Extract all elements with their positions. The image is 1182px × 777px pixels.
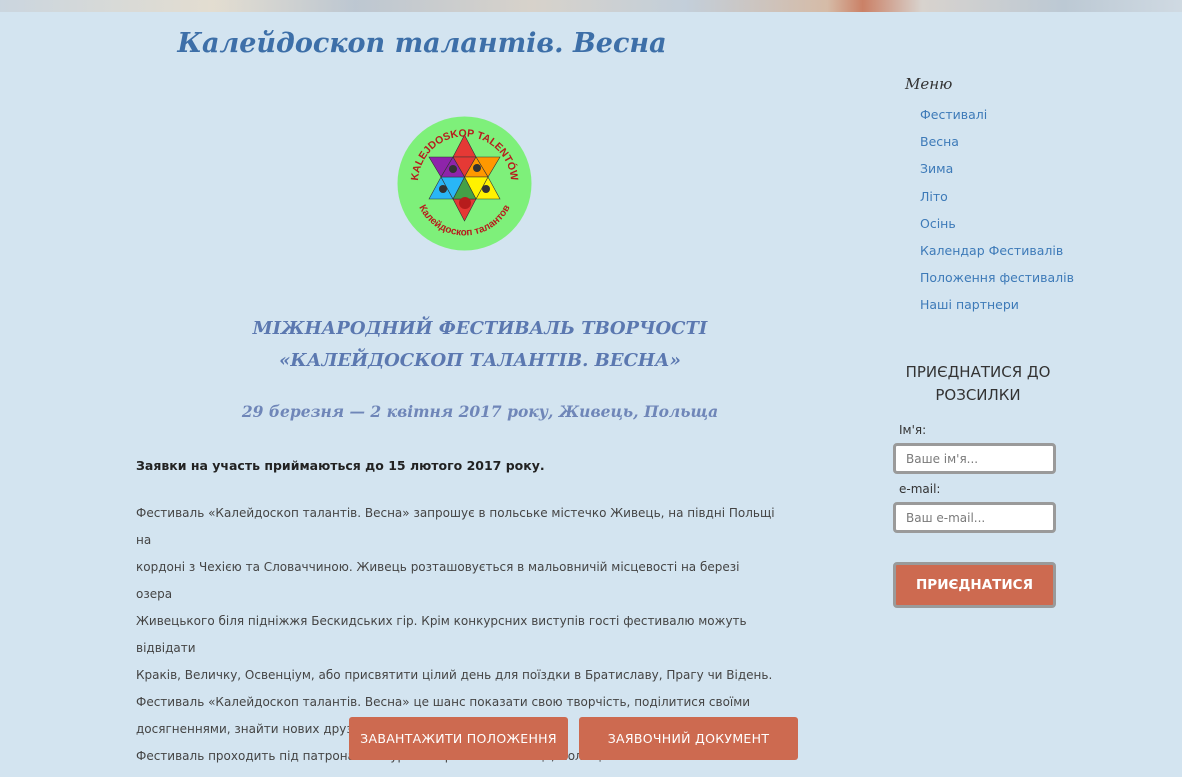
name-label: Ім'я: (899, 423, 927, 437)
festival-logo: KALEJDOSKOP TALENTÓW Калейдоскоп таланто… (397, 116, 532, 251)
festival-heading: МІЖНАРОДНИЙ ФЕСТИВАЛЬ ТВОРЧОСТІ «КАЛЕЙДО… (210, 313, 750, 377)
application-document-button[interactable]: ЗАЯВОЧНИЙ ДОКУМЕНТ (579, 717, 798, 760)
description-line: Живецького біля підніжжя Бескидських гір… (136, 614, 747, 655)
sidebar-menu: Фестивалі Весна Зима Літо Осінь Календар… (920, 107, 1074, 325)
menu-item-winter[interactable]: Зима (920, 161, 1074, 188)
menu-item-partners[interactable]: Наші партнери (920, 297, 1074, 324)
description-line: кордоні з Чехією та Словаччиною. Живець … (136, 560, 740, 601)
menu-item-calendar[interactable]: Календар Фестивалів (920, 243, 1074, 270)
menu-item-regulations[interactable]: Положення фестивалів (920, 270, 1074, 297)
header-banner-image (0, 0, 1182, 12)
email-input[interactable] (893, 502, 1056, 533)
menu-item-summer[interactable]: Літо (920, 189, 1074, 216)
subscribe-button[interactable]: ПРИЄДНАТИСЯ (893, 562, 1056, 608)
download-regulations-button[interactable]: ЗАВАНТАЖИТИ ПОЛОЖЕННЯ (349, 717, 568, 760)
email-label: e-mail: (899, 482, 941, 496)
name-input[interactable] (893, 443, 1056, 474)
page-title: Калейдоскоп талантів. Весна (177, 28, 667, 59)
menu-item-spring[interactable]: Весна (920, 134, 1074, 161)
description-line: Фестиваль «Калейдоскоп талантів. Весна» … (136, 506, 775, 547)
festival-heading-line1: МІЖНАРОДНИЙ ФЕСТИВАЛЬ ТВОРЧОСТІ (252, 318, 708, 339)
description-line: Фестиваль «Калейдоскоп талантів. Весна» … (136, 695, 751, 709)
menu-title: Меню (905, 75, 953, 93)
application-deadline: Заявки на участь приймаються до 15 лютог… (136, 458, 545, 473)
menu-item-festivals[interactable]: Фестивалі (920, 107, 1074, 134)
subscribe-title-line1: ПРИЄДНАТИСЯ ДО (905, 363, 1051, 381)
festival-heading-line2: «КАЛЕЙДОСКОП ТАЛАНТІВ. ВЕСНА» (279, 350, 681, 371)
menu-item-autumn[interactable]: Осінь (920, 216, 1074, 243)
festival-dates: 29 березня — 2 квітня 2017 року, Живець,… (241, 402, 719, 421)
description-line: Краків, Величку, Освенціум, або присвяти… (136, 668, 773, 682)
subscribe-title-line2: РОЗСИЛКИ (935, 386, 1021, 404)
subscribe-title: ПРИЄДНАТИСЯ ДО РОЗСИЛКИ (893, 361, 1063, 407)
